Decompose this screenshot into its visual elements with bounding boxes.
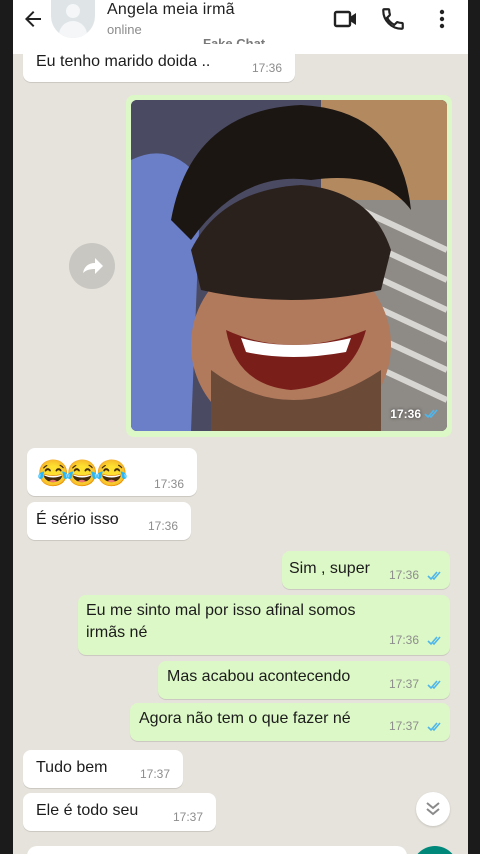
- message-text: Ele é todo seu: [36, 802, 139, 819]
- message-text: Mas acabou acontecendo: [167, 668, 351, 685]
- read-ticks-icon: [427, 680, 441, 690]
- back-arrow-icon[interactable]: [21, 7, 45, 31]
- message-bubble-in[interactable]: 😂😂😂 17:36: [27, 448, 197, 496]
- message-time: 17:36: [389, 568, 420, 582]
- message-time: 17:36: [389, 633, 420, 647]
- message-text: Tudo bem: [36, 759, 108, 776]
- message-time: 17:37: [389, 719, 420, 733]
- shared-photo[interactable]: 17:36: [131, 100, 447, 431]
- message-text: É sério isso: [36, 511, 119, 528]
- message-bubble-in[interactable]: Tudo bem 17:37: [23, 750, 183, 788]
- image-message-bubble[interactable]: 17:36: [126, 95, 452, 437]
- message-text-line-1: Eu me sinto mal por isso afinal somos: [86, 602, 356, 619]
- message-time: 17:36: [154, 477, 185, 491]
- message-text: Eu tenho marido doida ..: [36, 53, 211, 70]
- more-vertical-icon[interactable]: [429, 6, 455, 32]
- photo-illustration: [131, 100, 447, 431]
- read-ticks-icon: [424, 409, 438, 419]
- message-bubble-in[interactable]: Eu tenho marido doida .. 17:36: [23, 44, 295, 82]
- video-call-icon[interactable]: [333, 6, 359, 32]
- message-emoji: 😂😂😂: [37, 458, 128, 488]
- mic-button[interactable]: [412, 846, 458, 854]
- message-bubble-out[interactable]: Sim , super 17:36: [282, 551, 450, 589]
- message-text-line-2: irmãs né: [86, 624, 148, 641]
- double-chevron-down-icon: [426, 802, 440, 816]
- message-time: 17:36: [252, 61, 283, 75]
- forward-icon: [83, 258, 103, 274]
- phone-icon[interactable]: [380, 6, 406, 32]
- scroll-to-bottom-button[interactable]: [416, 792, 450, 826]
- message-time: 17:36: [148, 519, 179, 533]
- contact-status: online: [107, 22, 142, 37]
- message-bubble-out[interactable]: Eu me sinto mal por isso afinal somos ir…: [78, 595, 450, 655]
- avatar[interactable]: [51, 0, 95, 38]
- message-time: 17:37: [389, 677, 420, 691]
- message-bubble-in[interactable]: É sério isso 17:36: [27, 502, 191, 540]
- read-ticks-icon: [427, 636, 441, 646]
- read-ticks-icon: [427, 722, 441, 732]
- message-text: Agora não tem o que fazer né: [139, 710, 351, 727]
- message-bubble-in[interactable]: Ele é todo seu 17:37: [23, 793, 216, 831]
- message-input[interactable]: [27, 846, 407, 854]
- forward-button[interactable]: [69, 243, 115, 289]
- chat-screen: Angela meia irmã online Fake Chat Eu ten…: [13, 0, 468, 854]
- contact-name[interactable]: Angela meia irmã: [107, 1, 235, 19]
- read-ticks-icon: [427, 571, 441, 581]
- message-time: 17:37: [173, 810, 204, 824]
- message-text: Sim , super: [289, 560, 370, 577]
- image-time: 17:36: [390, 407, 421, 421]
- message-bubble-out[interactable]: Mas acabou acontecendo 17:37: [158, 661, 450, 699]
- message-time: 17:37: [140, 767, 171, 781]
- message-bubble-out[interactable]: Agora não tem o que fazer né 17:37: [130, 703, 450, 741]
